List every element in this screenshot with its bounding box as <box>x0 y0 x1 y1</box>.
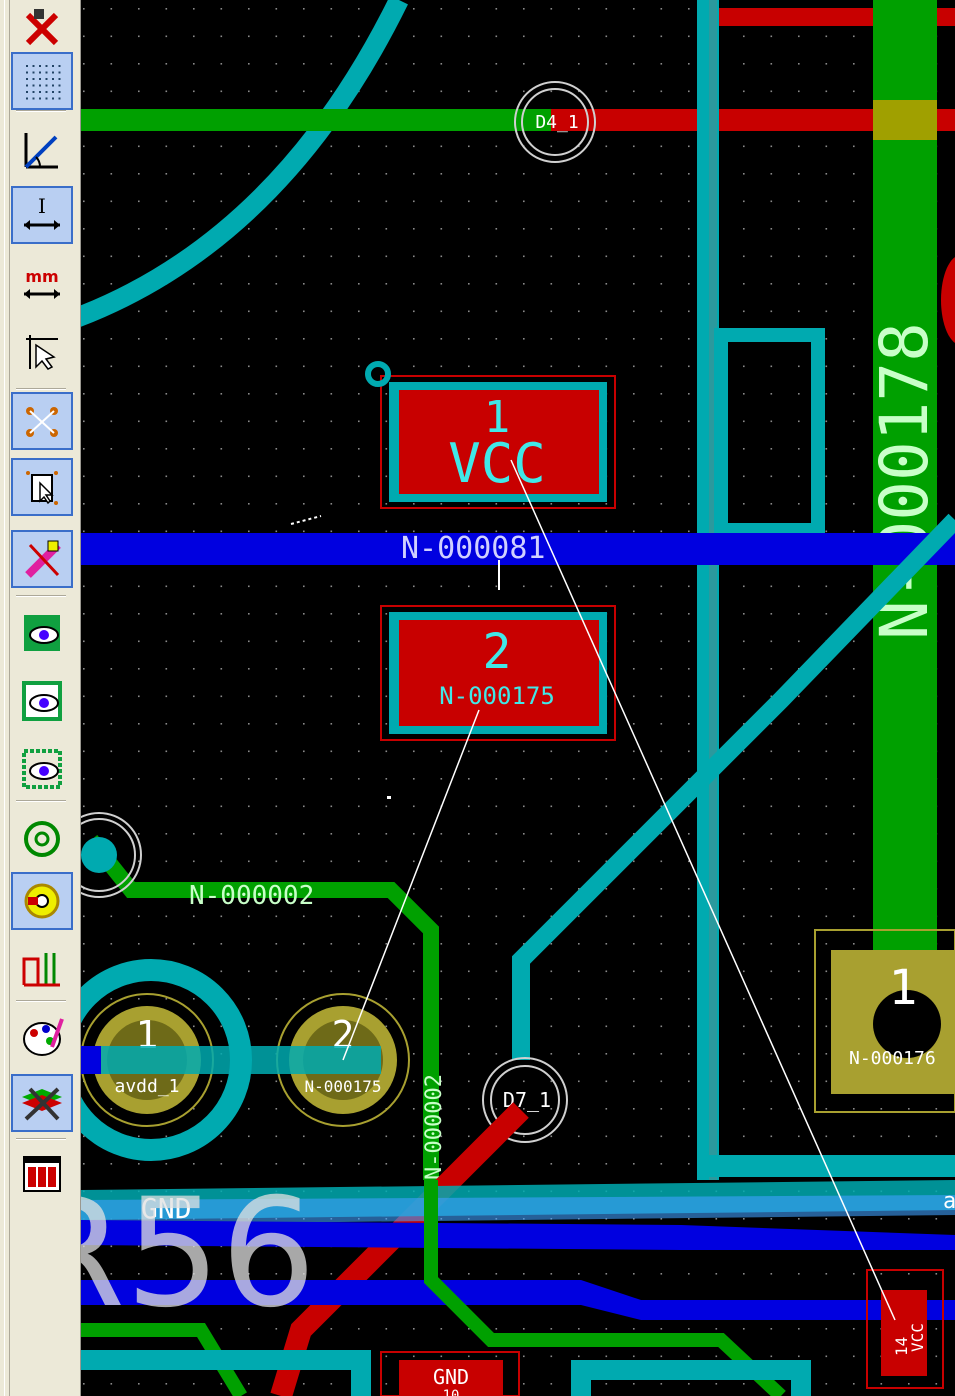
toolbar-separator <box>16 595 66 597</box>
toolbar-button-tracks-sketch[interactable] <box>11 940 73 998</box>
left-toolbar: Imm <box>0 0 81 1396</box>
pad-net-label: N-000176 <box>849 1048 936 1069</box>
module-ratsnest-icon <box>26 471 58 505</box>
zone-outline-icon <box>22 749 62 789</box>
layers-manager-icon <box>22 1087 62 1121</box>
toolbar-button-vias-sketch[interactable] <box>11 872 73 930</box>
toolbar-button-units-inch[interactable]: I <box>11 186 73 244</box>
pad-sub-label: 10 <box>443 1388 460 1396</box>
toolbar-button-layers-manager[interactable] <box>11 1074 73 1132</box>
toolbar-separator <box>16 110 66 112</box>
cursor-shape-icon <box>26 335 58 370</box>
svg-text:I: I <box>38 194 46 218</box>
toolbar-grip[interactable] <box>4 0 10 1396</box>
units-mm-icon: mm <box>24 267 60 299</box>
pad-net-label: GND <box>433 1365 469 1389</box>
net-label-blue-track: N-000081 <box>401 531 546 566</box>
svg-text:mm: mm <box>25 267 58 286</box>
units-inch-icon: I <box>24 194 60 230</box>
ratsnest-icon <box>26 407 58 437</box>
toolbar-button-microwave[interactable] <box>11 1144 73 1202</box>
microwave-tools-icon <box>23 1156 61 1192</box>
pad-number: 1 <box>889 960 918 1016</box>
toolbar-separator <box>16 388 66 390</box>
pad-net-label: N-000175 <box>304 1077 381 1096</box>
toolbar-button-grid[interactable] <box>11 52 73 110</box>
toolbar-button-auto-delete-track[interactable] <box>11 530 73 588</box>
auto-delete-track-icon <box>25 540 61 578</box>
delete-tool-icon <box>25 9 59 46</box>
toolbar-button-zone-outline[interactable] <box>11 740 73 798</box>
pad-net-label: VCC <box>448 432 546 495</box>
net-label-green-v: N-000002 <box>422 1074 447 1180</box>
high-contrast-icon <box>23 1018 64 1056</box>
toolbar-button-units-mm[interactable]: mm <box>11 255 73 313</box>
toolbar-button-module-ratsnest[interactable] <box>11 458 73 516</box>
toolbar-separator <box>16 1138 66 1140</box>
toolbar-button-zone-nofill[interactable] <box>11 672 73 730</box>
toolbar-button-contrast[interactable] <box>11 1008 73 1066</box>
toolbar-button-zone-fill[interactable] <box>11 604 73 662</box>
vias-sketch-icon <box>24 883 60 919</box>
toolbar-separator <box>16 800 66 802</box>
zone-no-fill-icon <box>22 681 62 721</box>
silkscreen-ref: R56 <box>81 1167 316 1341</box>
toolbar-button-pads-sketch[interactable] <box>11 810 73 868</box>
pad-net-label: avdd_1 <box>114 1076 179 1097</box>
toolbar-button-cursor[interactable] <box>11 322 73 380</box>
grid-toggle-icon <box>26 65 61 100</box>
polar-coords-icon <box>24 133 58 169</box>
net-label-green-h: N-000002 <box>189 881 314 911</box>
tracks-sketch-icon <box>22 953 60 987</box>
pcb-board[interactable]: N-000178 N-000081 1 VCC 2 N-000175 D4_1 … <box>81 0 955 1396</box>
net-label-right-edge: a <box>943 1189 955 1214</box>
pad-net-label: N-000175 <box>439 682 555 710</box>
show-zones-icon <box>24 615 60 651</box>
pads-sketch-icon <box>24 821 60 857</box>
via-label: D4_1 <box>535 112 578 133</box>
pcb-canvas[interactable]: N-000178 N-000081 1 VCC 2 N-000175 D4_1 … <box>81 0 955 1396</box>
pad-number: 2 <box>483 624 512 680</box>
toolbar-button-polar[interactable] <box>11 120 73 178</box>
toolbar-button-ratsnest[interactable] <box>11 392 73 450</box>
toolbar-separator <box>16 1000 66 1002</box>
toolbar-button-delete[interactable] <box>11 0 73 58</box>
pad-net-label: VCC <box>908 1323 927 1352</box>
